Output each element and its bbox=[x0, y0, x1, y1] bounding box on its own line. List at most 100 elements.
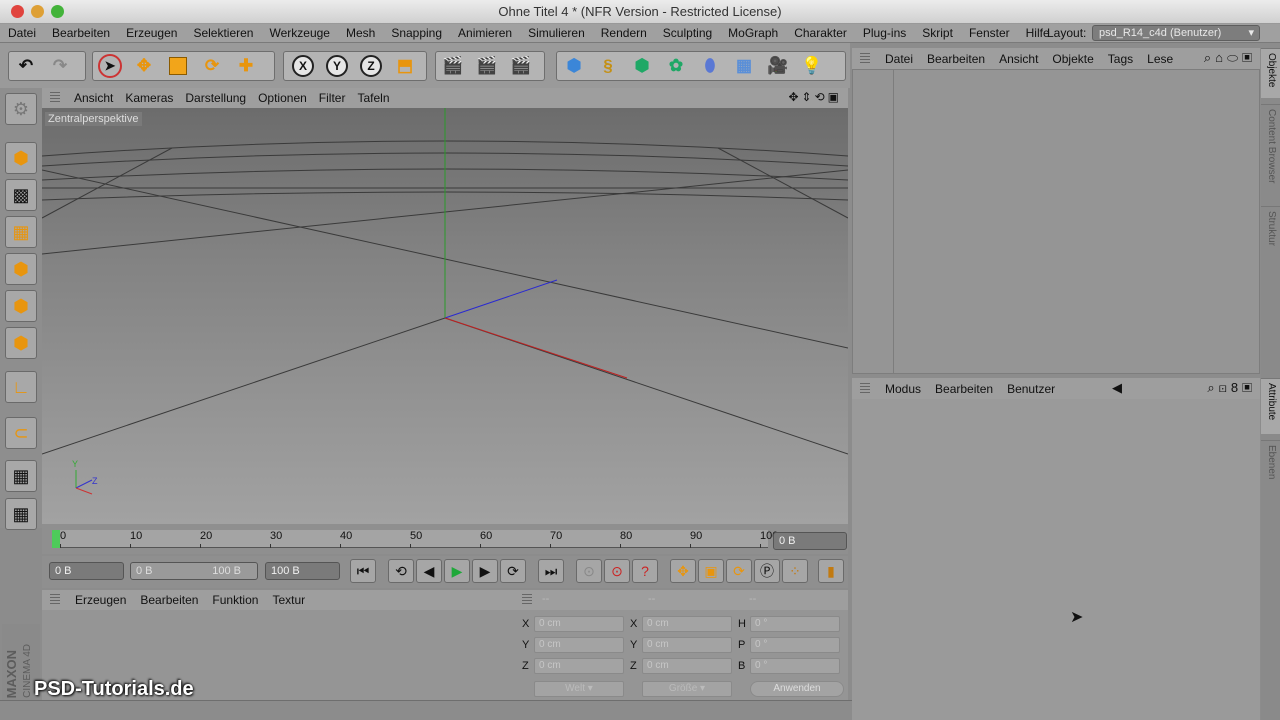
menu-werkzeuge[interactable]: Werkzeuge bbox=[261, 26, 337, 40]
menu-bearbeiten[interactable]: Bearbeiten bbox=[44, 26, 118, 40]
attribute-menu-benutzer[interactable]: Benutzer bbox=[1000, 382, 1062, 396]
viewport-menu-optionen[interactable]: Optionen bbox=[252, 91, 313, 105]
menu-animieren[interactable]: Animieren bbox=[450, 26, 520, 40]
menu-snapping[interactable]: Snapping bbox=[383, 26, 450, 40]
step-back-icon[interactable]: ◀ bbox=[416, 559, 442, 583]
tab-content-browser[interactable]: Content Browser bbox=[1261, 104, 1280, 200]
menu-skript[interactable]: Skript bbox=[914, 26, 961, 40]
key-rotation-icon[interactable]: ⟳ bbox=[726, 559, 752, 583]
make-editable-icon[interactable]: ⚙ bbox=[5, 93, 37, 125]
size-y-field[interactable]: 0 cm bbox=[642, 637, 732, 653]
z-axis-lock-button[interactable]: Z bbox=[354, 52, 388, 80]
menu-rendern[interactable]: Rendern bbox=[593, 26, 655, 40]
cube-icon[interactable]: ⬢ bbox=[557, 52, 591, 80]
points-mode-icon[interactable]: ⬢ bbox=[5, 253, 37, 285]
record-active-icon[interactable]: ⊙ bbox=[576, 559, 602, 583]
axis-mode-icon[interactable]: ∟ bbox=[5, 371, 37, 403]
menu-sculpting[interactable]: Sculpting bbox=[655, 26, 720, 40]
y-axis-lock-button[interactable]: Y bbox=[320, 52, 354, 80]
play-icon[interactable]: ▶ bbox=[444, 559, 470, 583]
key-parameter-icon[interactable]: Ⓟ bbox=[754, 559, 780, 583]
go-to-start-icon[interactable]: ⏮ bbox=[350, 559, 376, 583]
step-forward-icon[interactable]: ▶ bbox=[472, 559, 498, 583]
object-menu-bearbeiten[interactable]: Bearbeiten bbox=[920, 52, 992, 66]
attribute-manager-tools-icons[interactable]: ⌕⊡8▣ bbox=[1207, 380, 1256, 396]
menu-fenster[interactable]: Fenster bbox=[961, 26, 1018, 40]
tab-struktur[interactable]: Struktur bbox=[1261, 206, 1280, 258]
go-to-end-icon[interactable]: ⏭ bbox=[538, 559, 564, 583]
timeline[interactable]: 0 10 20 30 40 50 60 70 80 90 100 0 B bbox=[42, 524, 848, 554]
undo-icon[interactable]: ↶ bbox=[9, 52, 43, 80]
autokey-icon[interactable]: ⊙ bbox=[604, 559, 630, 583]
viewport-menu-tafeln[interactable]: Tafeln bbox=[351, 91, 395, 105]
scene-icon[interactable]: ▦ bbox=[727, 52, 761, 80]
key-pla-icon[interactable]: ⁘ bbox=[782, 559, 808, 583]
render-picture-viewer-icon[interactable]: 🎬 bbox=[470, 52, 504, 80]
menu-charakter[interactable]: Charakter bbox=[786, 26, 855, 40]
start-frame-field[interactable]: 0 B bbox=[49, 562, 124, 580]
menu-mograph[interactable]: MoGraph bbox=[720, 26, 786, 40]
key-position-icon[interactable]: ✥ bbox=[670, 559, 696, 583]
nurbs-icon[interactable]: ⬢ bbox=[625, 52, 659, 80]
material-menu-erzeugen[interactable]: Erzeugen bbox=[68, 593, 133, 607]
camera-icon[interactable]: 🎥 bbox=[761, 52, 795, 80]
transform-tool-icon[interactable]: ✚ bbox=[229, 52, 263, 80]
apply-button[interactable]: Anwenden bbox=[750, 681, 844, 697]
object-menu-objekte[interactable]: Objekte bbox=[1045, 52, 1100, 66]
workplane-lock-icon[interactable]: ▦ bbox=[5, 460, 37, 492]
select-tool-icon[interactable]: ➤ bbox=[93, 52, 127, 80]
tab-objekte[interactable]: Objekte bbox=[1261, 48, 1280, 98]
spline-icon[interactable]: § bbox=[591, 52, 625, 80]
edges-mode-icon[interactable]: ⬢ bbox=[5, 290, 37, 322]
deformer-icon[interactable]: ⬮ bbox=[693, 52, 727, 80]
size-x-field[interactable]: 0 cm bbox=[642, 616, 732, 632]
rotation-h-field[interactable]: 0 ° bbox=[750, 616, 840, 632]
position-z-field[interactable]: 0 cm bbox=[534, 658, 624, 674]
menu-datei[interactable]: Datei bbox=[0, 26, 44, 40]
menu-erzeugen[interactable]: Erzeugen bbox=[118, 26, 185, 40]
light-icon[interactable]: 💡 bbox=[795, 52, 829, 80]
render-settings-icon[interactable]: 🎬 bbox=[504, 52, 538, 80]
object-manager-area[interactable] bbox=[852, 69, 1260, 374]
rotation-p-field[interactable]: 0 ° bbox=[750, 637, 840, 653]
back-arrow-icon[interactable]: ◀ bbox=[1112, 380, 1122, 396]
range-slider[interactable]: 0 B 100 B bbox=[130, 562, 258, 580]
rotate-tool-icon[interactable]: ⟳ bbox=[195, 52, 229, 80]
menu-plugins[interactable]: Plug-ins bbox=[855, 26, 914, 40]
attribute-menu-bearbeiten[interactable]: Bearbeiten bbox=[928, 382, 1000, 396]
x-axis-lock-button[interactable]: X bbox=[286, 52, 320, 80]
menu-simulieren[interactable]: Simulieren bbox=[520, 26, 593, 40]
redo-icon[interactable]: ↷ bbox=[43, 52, 77, 80]
menu-selektieren[interactable]: Selektieren bbox=[185, 26, 261, 40]
rotation-b-field[interactable]: 0 ° bbox=[750, 658, 840, 674]
coord-mode-select[interactable]: Welt ▾ bbox=[534, 681, 624, 697]
object-manager-tools-icons[interactable]: ⌕⌂⬭▣ bbox=[1204, 50, 1256, 66]
workplane-settings-icon[interactable]: ▦ bbox=[5, 498, 37, 530]
tab-attribute[interactable]: Attribute bbox=[1261, 378, 1280, 434]
coord-size-select[interactable]: Größe ▾ bbox=[642, 681, 732, 697]
panel-grip-icon[interactable] bbox=[50, 92, 60, 104]
material-menu-bearbeiten[interactable]: Bearbeiten bbox=[133, 593, 205, 607]
3d-viewport[interactable]: Zentralperspektive Y Z bbox=[42, 108, 848, 524]
panel-grip-icon[interactable] bbox=[860, 52, 870, 65]
object-menu-datei[interactable]: Datei bbox=[878, 52, 920, 66]
scale-tool-icon[interactable] bbox=[161, 52, 195, 80]
position-x-field[interactable]: 0 cm bbox=[534, 616, 624, 632]
material-menu-funktion[interactable]: Funktion bbox=[205, 593, 265, 607]
workplane-mode-icon[interactable]: ▦ bbox=[5, 216, 37, 248]
timeline-playhead[interactable] bbox=[52, 530, 60, 548]
object-menu-tags[interactable]: Tags bbox=[1101, 52, 1140, 66]
snapping-magnet-icon[interactable]: ⊂ bbox=[5, 417, 37, 449]
panel-grip-icon[interactable] bbox=[522, 594, 532, 606]
panel-grip-icon[interactable] bbox=[50, 594, 60, 606]
panel-grip-icon[interactable] bbox=[860, 382, 870, 395]
array-icon[interactable]: ✿ bbox=[659, 52, 693, 80]
next-key-icon[interactable]: ⟳ bbox=[500, 559, 526, 583]
attribute-menu-modus[interactable]: Modus bbox=[878, 382, 928, 396]
move-tool-icon[interactable]: ✥ bbox=[127, 52, 161, 80]
object-menu-lesezeichen[interactable]: Lese bbox=[1140, 52, 1180, 66]
viewport-menu-filter[interactable]: Filter bbox=[313, 91, 352, 105]
viewport-menu-kameras[interactable]: Kameras bbox=[119, 91, 179, 105]
timeline-window-icon[interactable]: ▮ bbox=[818, 559, 844, 583]
coordinate-system-icon[interactable]: ⬒ bbox=[388, 52, 422, 80]
